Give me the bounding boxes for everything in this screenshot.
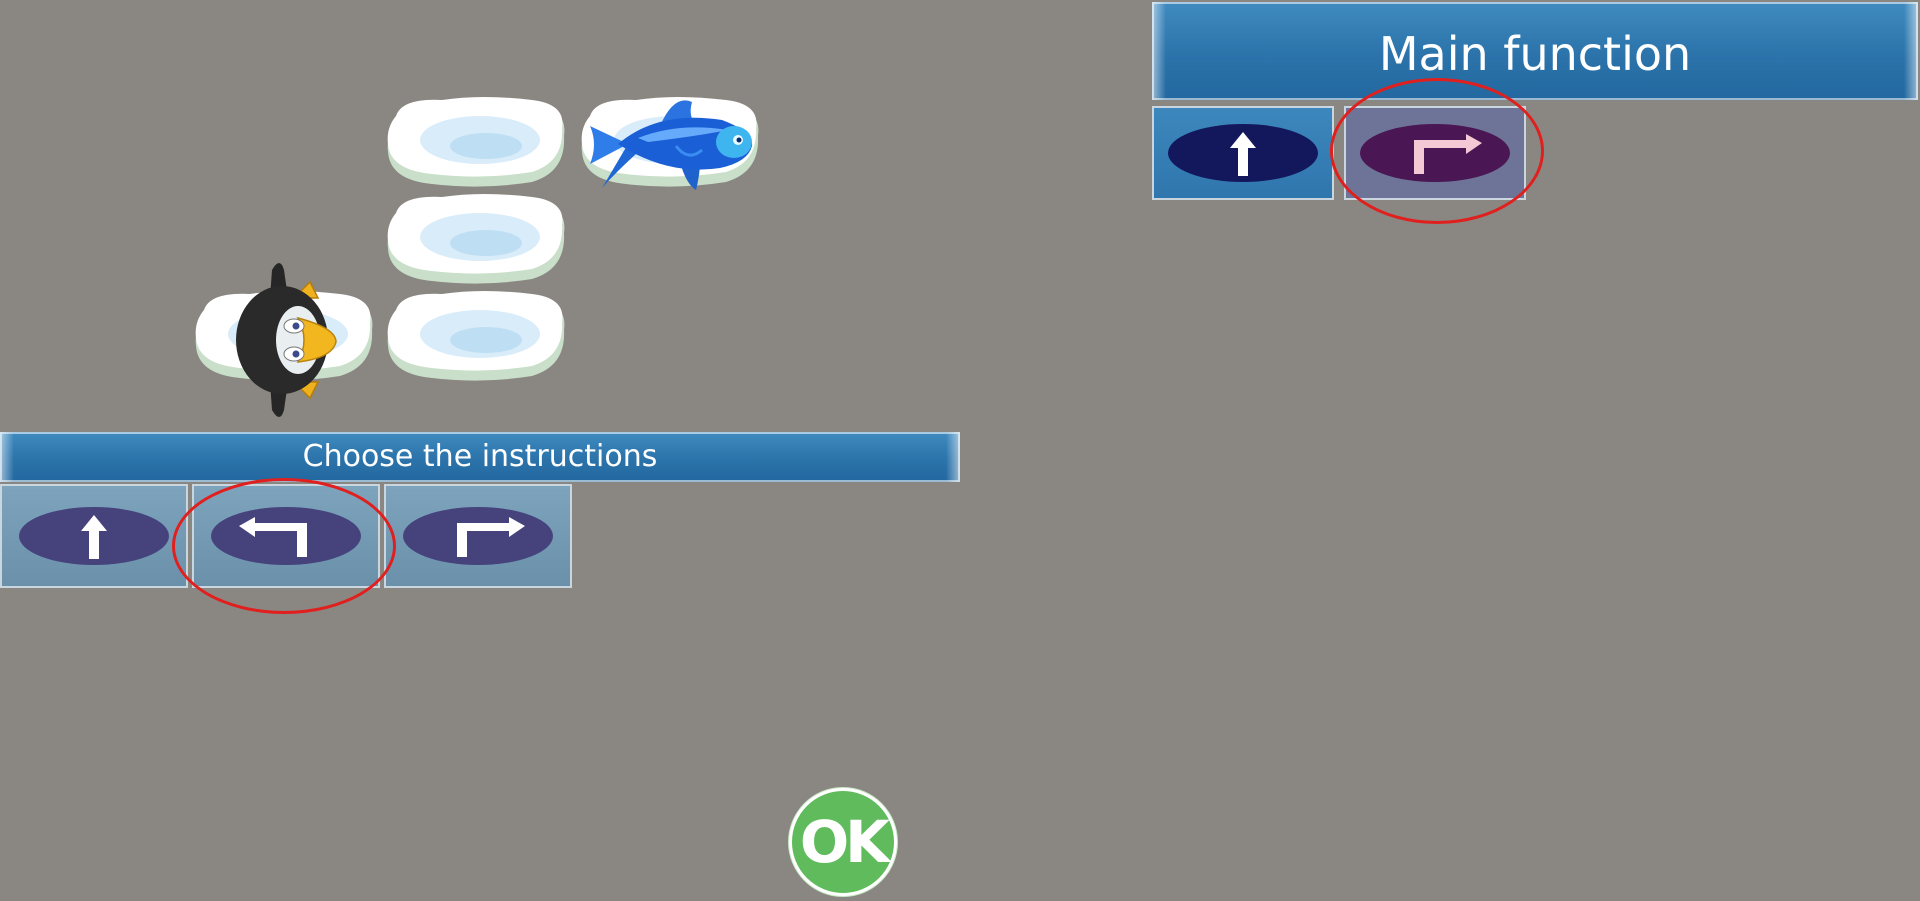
program-slot-forward[interactable] [1152, 106, 1334, 200]
palette-turn-right-button[interactable] [384, 484, 572, 588]
turn-left-icon [211, 507, 361, 565]
palette-turn-left-button[interactable] [192, 484, 380, 588]
ice-floe-tile [382, 193, 572, 289]
ice-floe-tile [382, 96, 572, 192]
penguin-player [232, 258, 342, 422]
arrow-up-icon [1168, 124, 1318, 182]
instruction-palette-title: Choose the instructions [0, 432, 960, 482]
palette-forward-button[interactable] [0, 484, 188, 588]
turn-right-icon [403, 507, 553, 565]
arrow-up-icon [19, 507, 169, 565]
program-slot-turn-right[interactable] [1344, 106, 1526, 200]
ok-button[interactable]: OK [789, 788, 897, 896]
fish-goal [588, 92, 758, 196]
ok-label: OK [799, 808, 890, 876]
turn-right-icon [1360, 124, 1510, 182]
main-function-title: Main function [1152, 2, 1918, 100]
ice-floe-tile [382, 290, 572, 386]
